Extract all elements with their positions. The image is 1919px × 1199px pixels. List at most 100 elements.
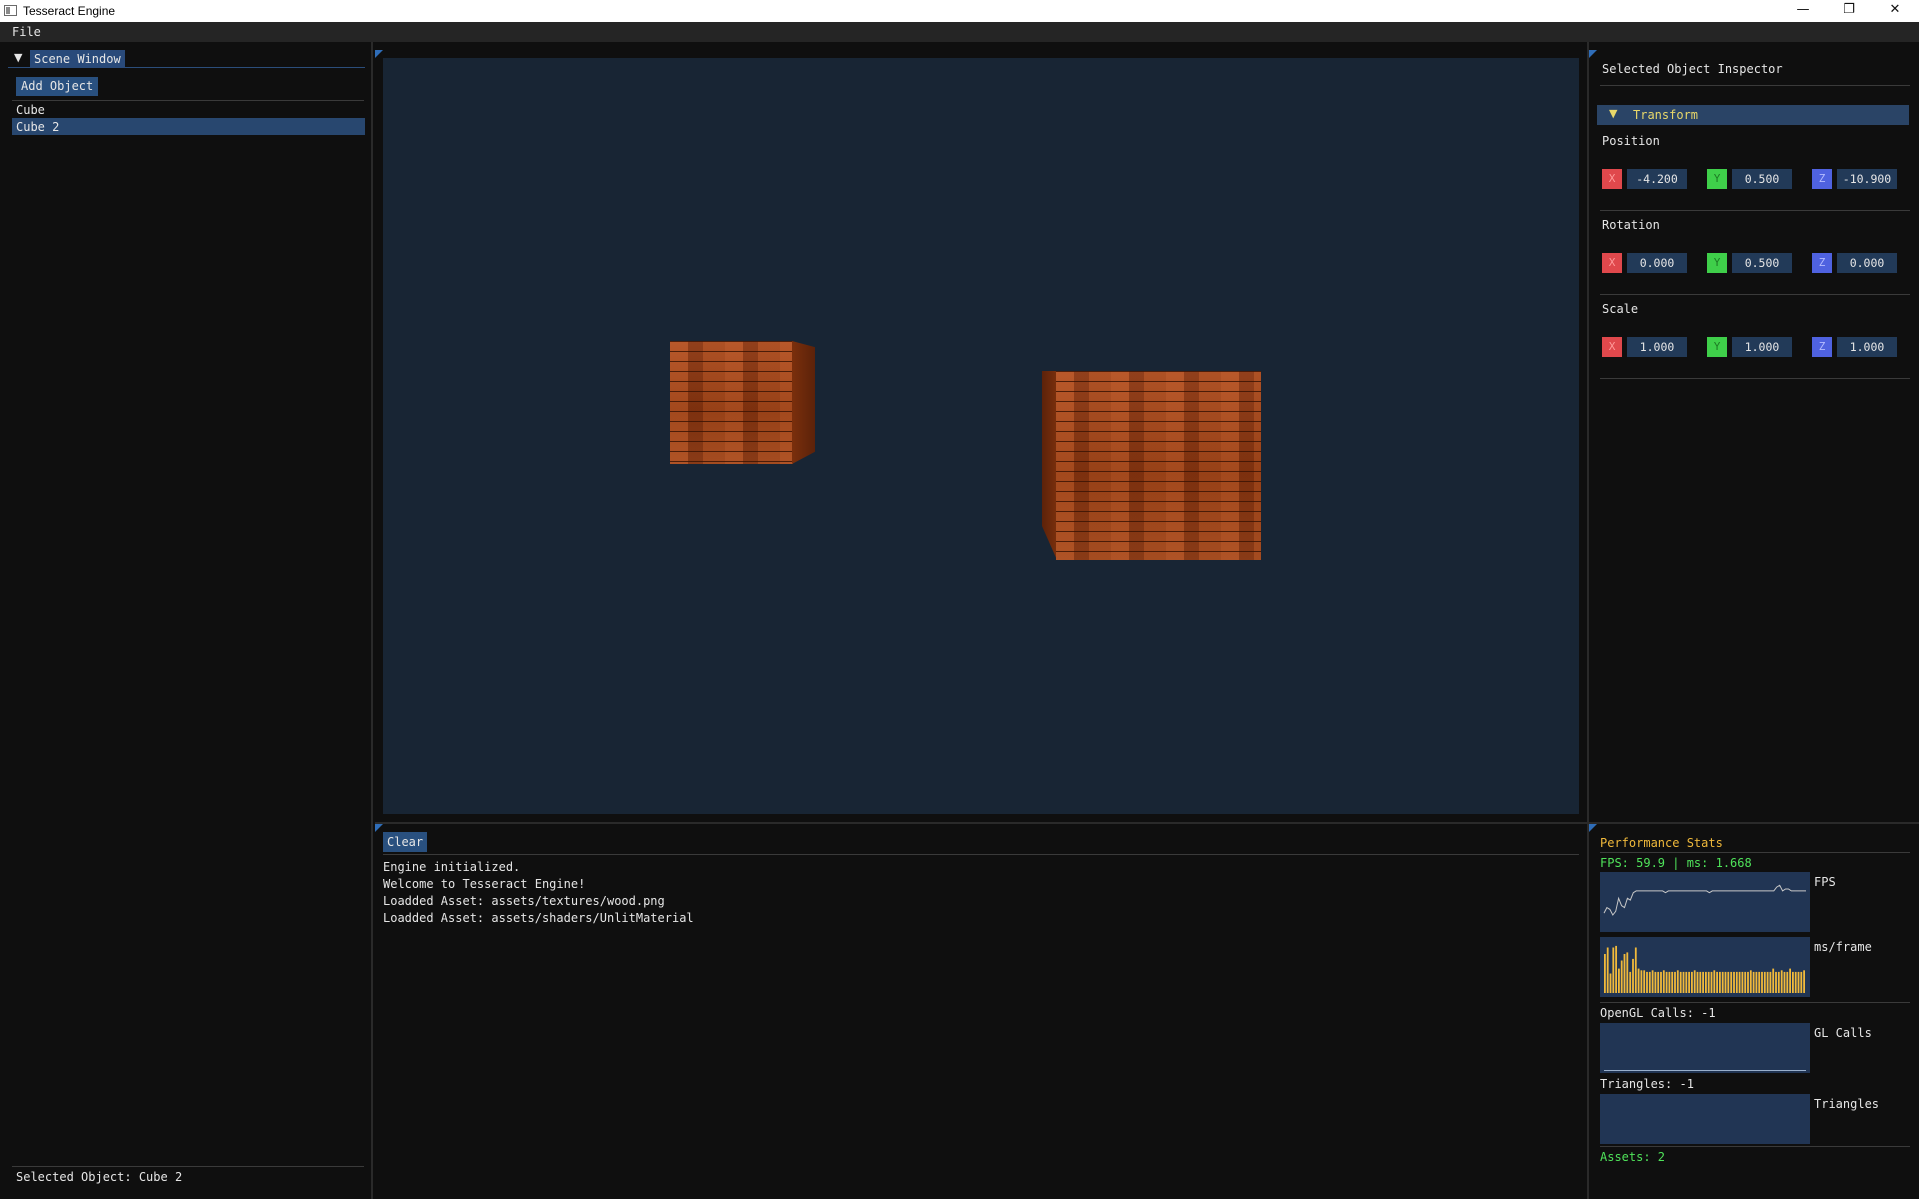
ms-frame-bar	[1735, 971, 1738, 993]
position-y-tag: Y	[1707, 169, 1727, 189]
window-title: Tesseract Engine	[23, 4, 116, 18]
rotation-y-field[interactable]: 0.500	[1732, 253, 1792, 273]
ms-frame-bar	[1620, 960, 1623, 993]
ms-frame-bar	[1640, 970, 1643, 993]
ms-frame-bar	[1803, 970, 1805, 993]
resize-grip[interactable]	[375, 824, 383, 832]
ms-frame-bar	[1643, 970, 1646, 993]
ms-frame-bar	[1668, 971, 1671, 993]
ms-frame-bar	[1632, 958, 1634, 993]
ms-frame-bar	[1612, 947, 1615, 993]
ms-frame-bar	[1606, 947, 1609, 993]
ms-frame-bar	[1772, 968, 1775, 993]
scene-viewport[interactable]	[383, 58, 1579, 814]
rotation-x-field[interactable]: 0.000	[1627, 253, 1687, 273]
console-window: Clear Engine initialized. Welcome to Tes…	[375, 822, 1587, 1199]
ms-frame-bar	[1789, 968, 1791, 993]
ms-frame-bar	[1651, 970, 1654, 993]
minimize-icon[interactable]: —	[1780, 0, 1826, 22]
ms-frame-bar	[1797, 971, 1800, 993]
scene-item-cube-2[interactable]: Cube 2	[12, 118, 365, 135]
menu-file[interactable]: File	[12, 25, 41, 39]
inspector-title: Selected Object Inspector	[1602, 62, 1783, 76]
close-icon[interactable]: ✕	[1872, 0, 1918, 22]
ms-frame-bar	[1707, 971, 1710, 993]
collapse-icon[interactable]: ▼	[14, 51, 22, 64]
position-y-field[interactable]: 0.500	[1732, 169, 1792, 189]
divider	[1600, 378, 1910, 379]
ms-frame-bar	[1727, 971, 1730, 993]
ms-frame-bar	[1794, 971, 1797, 993]
ms-frame-bar	[1713, 970, 1716, 993]
maximize-icon[interactable]: ❐	[1826, 0, 1872, 22]
ms-frame-bar	[1710, 971, 1713, 993]
performance-title: Performance Stats	[1600, 836, 1723, 850]
scale-z-field[interactable]: 1.000	[1837, 337, 1897, 357]
position-z-field[interactable]: -10.900	[1837, 169, 1897, 189]
ms-frame-bar	[1792, 971, 1794, 993]
ms-frame-bar	[1761, 971, 1763, 993]
ms-frame-bar	[1646, 971, 1648, 993]
ms-frame-bar	[1780, 970, 1783, 993]
scene-item-cube[interactable]: Cube	[12, 101, 365, 118]
scene-window-tab[interactable]: Scene Window	[30, 50, 125, 68]
ms-frame-bar	[1777, 971, 1780, 993]
ms-frame-bar	[1662, 970, 1665, 993]
log-line: Engine initialized.	[383, 860, 521, 874]
ms-frame-bar	[1671, 971, 1674, 993]
ms-frame-bar	[1702, 971, 1704, 993]
ms-frame-bar	[1730, 971, 1733, 993]
gl-calls-plot	[1600, 1023, 1810, 1073]
ms-frame-bar	[1752, 971, 1755, 993]
ms-frame-bar	[1693, 970, 1696, 993]
divider	[1600, 85, 1910, 86]
scene-tab-row: ▼ Scene Window	[8, 50, 365, 68]
resize-grip[interactable]	[1589, 824, 1597, 832]
rotation-z-tag: Z	[1812, 253, 1832, 273]
fps-series-line	[1603, 884, 1806, 916]
gl-calls-baseline	[1604, 1070, 1806, 1071]
transform-label: Transform	[1633, 108, 1699, 122]
resize-grip[interactable]	[1589, 50, 1597, 58]
title-bar: Tesseract Engine — ❐ ✕	[0, 0, 1919, 22]
triangles-plot	[1600, 1094, 1810, 1144]
ms-frame-bar	[1747, 971, 1749, 993]
divider	[12, 1166, 364, 1167]
expand-arrow-icon: ▼	[1609, 107, 1618, 120]
ms-frame-bar	[1615, 945, 1617, 993]
divider	[1600, 210, 1910, 211]
ms-frame-bar	[1679, 971, 1682, 993]
scale-y-field[interactable]: 1.000	[1732, 337, 1792, 357]
ms-frame-bar	[1648, 971, 1651, 993]
clear-button[interactable]: Clear	[383, 832, 428, 852]
divider	[1600, 1002, 1910, 1003]
selected-object-status: Selected Object: Cube 2	[16, 1170, 183, 1184]
rotation-z-field[interactable]: 0.000	[1837, 253, 1897, 273]
triangles-text: Triangles: -1	[1600, 1077, 1694, 1091]
ms-frame-bar	[1800, 971, 1803, 993]
divider	[383, 854, 1579, 855]
resize-grip[interactable]	[375, 50, 383, 58]
scale-z-tag: Z	[1812, 337, 1832, 357]
ms-frame-bar	[1766, 971, 1769, 993]
gl-calls-text: OpenGL Calls: -1	[1600, 1006, 1716, 1020]
scene-window: ▼ Scene Window Add Object Cube Cube 2 Se…	[0, 42, 373, 1199]
rotation-label: Rotation	[1602, 218, 1660, 232]
ms-frame-bar	[1618, 968, 1620, 993]
scale-label: Scale	[1602, 302, 1639, 316]
scale-x-field[interactable]: 1.000	[1627, 337, 1687, 357]
ms-frame-bar	[1654, 971, 1657, 993]
position-x-field[interactable]: -4.200	[1627, 169, 1687, 189]
ms-frame-bar	[1676, 970, 1679, 993]
ms-frame-bar	[1696, 971, 1699, 993]
ms-frame-bar	[1738, 971, 1741, 993]
viewport-window	[375, 42, 1587, 822]
log-line: Loadded Asset: assets/shaders/UnlitMater…	[383, 911, 694, 925]
ms-frame-bar	[1665, 971, 1668, 993]
fps-plot-graph	[1603, 884, 1806, 916]
rotation-y-tag: Y	[1707, 253, 1727, 273]
ms-frame-bar	[1682, 971, 1685, 993]
add-object-button[interactable]: Add Object	[16, 77, 99, 96]
triangles-plot-label: Triangles	[1814, 1097, 1880, 1111]
transform-header[interactable]: ▼ Transform	[1597, 105, 1909, 125]
